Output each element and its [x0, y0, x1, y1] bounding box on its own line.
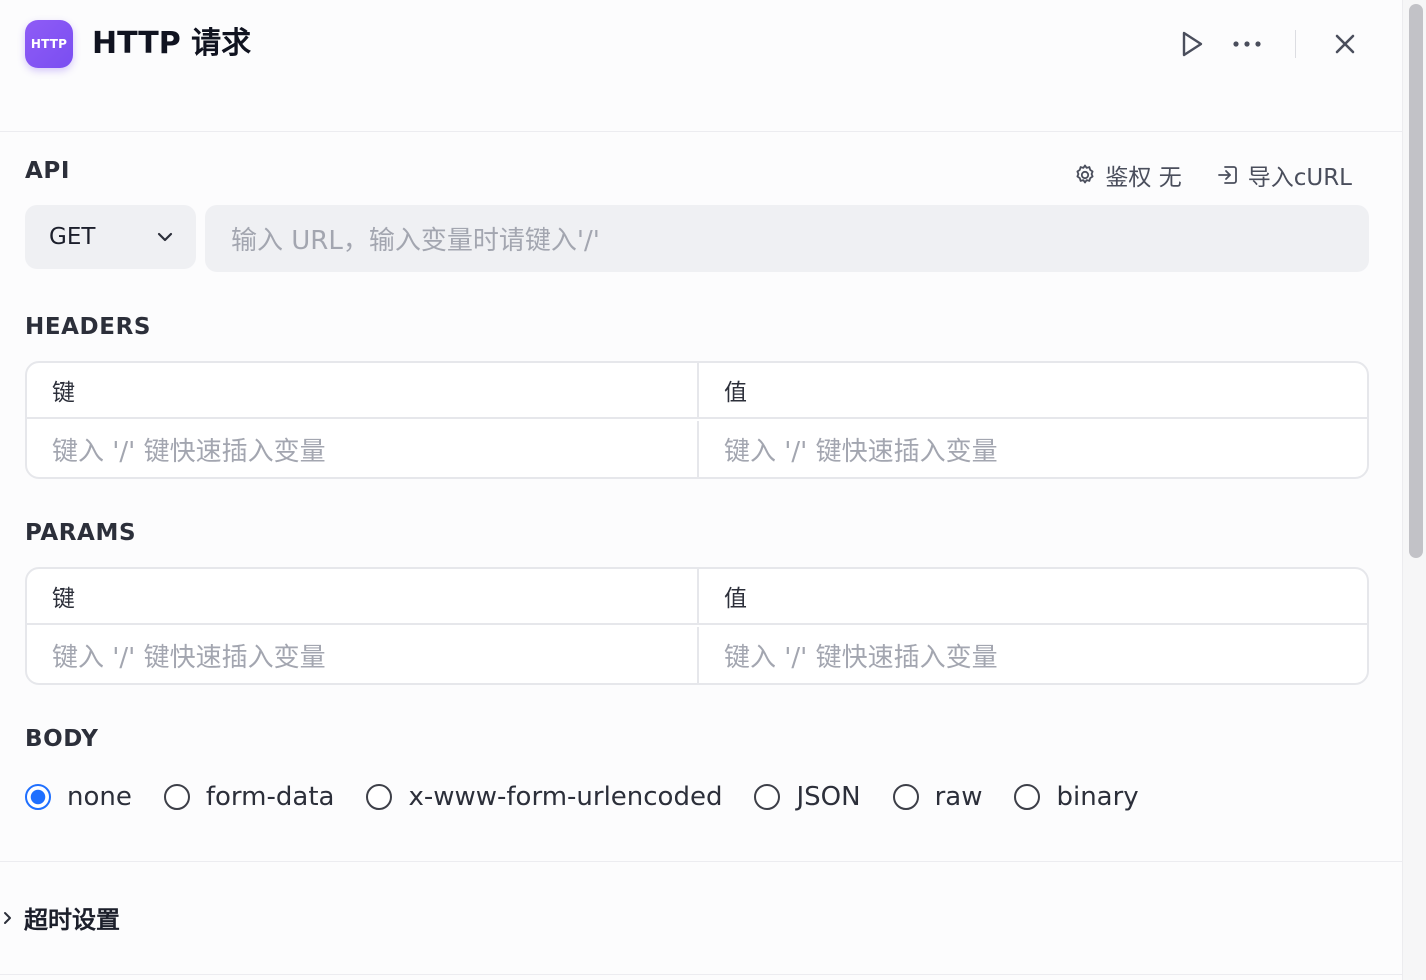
play-icon	[1182, 31, 1203, 57]
radio-label: raw	[934, 782, 983, 812]
body-section-label: BODY	[25, 726, 99, 752]
param-value-input[interactable]: 键入 '/' 键快速插入变量	[697, 627, 1367, 683]
column-header-value: 值	[697, 363, 1367, 417]
timeout-settings-toggle[interactable]: 超时设置	[2, 900, 120, 935]
params-table: 键 值 键入 '/' 键快速插入变量 键入 '/' 键快速插入变量	[25, 567, 1369, 685]
more-button[interactable]	[1229, 26, 1265, 62]
url-placeholder: 输入 URL，输入变量时请键入'/'	[231, 226, 600, 256]
url-input[interactable]: 输入 URL，输入变量时请键入'/'	[205, 205, 1369, 272]
header-divider	[1295, 30, 1296, 58]
radio-unchecked-icon	[892, 784, 919, 810]
table-row: 键入 '/' 键快速插入变量 键入 '/' 键快速插入变量	[27, 627, 1367, 683]
body-type-form-data[interactable]: form-data	[163, 782, 335, 812]
radio-unchecked-icon	[1014, 784, 1041, 810]
body-type-json[interactable]: JSON	[754, 782, 861, 812]
http-request-panel: HTTP HTTP 请求 API 鉴权 无 导入cURL GET 输入 URL，…	[0, 0, 1402, 980]
params-section-label: PARAMS	[25, 520, 137, 546]
body-type-binary[interactable]: binary	[1014, 782, 1139, 812]
radio-unchecked-icon	[754, 784, 781, 810]
method-value: GET	[49, 224, 96, 250]
headers-section-label: HEADERS	[25, 314, 152, 340]
section-divider	[0, 974, 1402, 975]
page-title: HTTP 请求	[92, 26, 252, 61]
auth-button[interactable]: 鉴权 无	[1073, 158, 1182, 192]
panel-header: HTTP HTTP 请求	[0, 0, 1402, 132]
radio-label: form-data	[205, 782, 335, 812]
import-label: 导入cURL	[1247, 165, 1352, 191]
body-type-none[interactable]: none	[25, 782, 132, 812]
import-curl-button[interactable]: 导入cURL	[1216, 158, 1352, 192]
api-section-label: API	[25, 158, 71, 184]
headers-table: 键 值 键入 '/' 键快速插入变量 键入 '/' 键快速插入变量	[25, 361, 1369, 479]
run-button[interactable]	[1174, 26, 1210, 62]
radio-label: JSON	[796, 782, 861, 812]
radio-checked-icon	[25, 784, 51, 810]
header-value-input[interactable]: 键入 '/' 键快速插入变量	[697, 421, 1367, 477]
radio-label: x-www-form-urlencoded	[408, 782, 723, 812]
column-header-value: 值	[697, 569, 1367, 623]
close-icon	[1335, 34, 1355, 54]
radio-unchecked-icon	[163, 784, 190, 810]
chevron-down-icon	[157, 232, 173, 242]
http-icon-text: HTTP	[30, 37, 68, 51]
radio-label: binary	[1056, 782, 1139, 812]
header-key-input[interactable]: 键入 '/' 键快速插入变量	[27, 421, 697, 477]
chevron-right-icon	[4, 911, 11, 924]
method-select[interactable]: GET	[25, 205, 196, 269]
api-actions: 鉴权 无 导入cURL	[1073, 158, 1352, 192]
http-node-icon: HTTP	[25, 20, 73, 68]
body-type-raw[interactable]: raw	[892, 782, 983, 812]
more-horizontal-icon	[1233, 41, 1261, 47]
table-header-row: 键 值	[27, 569, 1367, 625]
timeout-settings-label: 超时设置	[24, 906, 120, 934]
param-key-input[interactable]: 键入 '/' 键快速插入变量	[27, 627, 697, 683]
column-header-key: 键	[52, 380, 75, 406]
scrollbar-thumb[interactable]	[1409, 4, 1423, 558]
close-button[interactable]	[1327, 26, 1363, 62]
table-row: 键入 '/' 键快速插入变量 键入 '/' 键快速插入变量	[27, 421, 1367, 477]
import-icon	[1217, 166, 1237, 184]
body-type-radio-group: none form-data x-www-form-urlencoded JSO…	[25, 782, 1171, 812]
section-divider	[0, 861, 1402, 862]
radio-label: none	[67, 782, 132, 812]
body-type-x-www-form-urlencoded[interactable]: x-www-form-urlencoded	[366, 782, 722, 812]
gear-icon	[1076, 164, 1094, 184]
radio-unchecked-icon	[366, 784, 393, 810]
column-header-key: 键	[52, 586, 75, 612]
auth-label: 鉴权 无	[1105, 165, 1182, 191]
table-header-row: 键 值	[27, 363, 1367, 419]
